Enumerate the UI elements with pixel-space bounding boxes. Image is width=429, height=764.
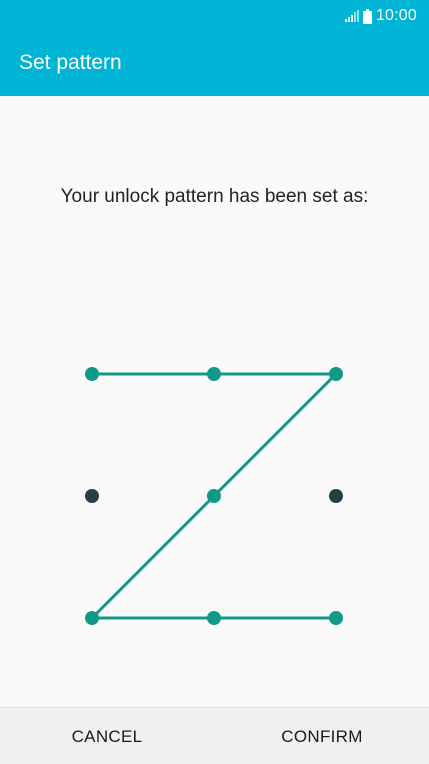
cancel-button[interactable]: CANCEL [0,708,214,764]
pattern-dot-1 [85,367,99,381]
pattern-dot-3 [329,367,343,381]
pattern-dot-9 [329,611,343,625]
confirm-button[interactable]: CONFIRM [215,708,429,764]
pattern-dot-5 [207,489,221,503]
pattern-dot-6 [329,489,343,503]
pattern-dot-8 [207,611,221,625]
set-pattern-screen: 10:00 Set pattern Your unlock pattern ha… [0,0,429,764]
pattern-line [212,372,338,498]
pattern-dot-4 [85,489,99,503]
bottom-button-bar: CANCEL CONFIRM [0,707,429,764]
pattern-line [90,494,216,620]
unlock-pattern [85,367,343,625]
pattern-dot-2 [207,367,221,381]
pattern-dot-7 [85,611,99,625]
